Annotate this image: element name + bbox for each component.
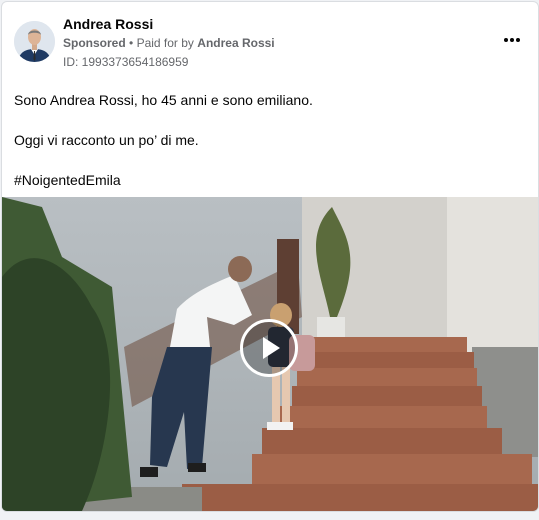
video-player[interactable] <box>2 197 538 511</box>
more-dot <box>510 38 514 42</box>
post-text-line: Oggi vi racconto un po’ di me. <box>14 132 199 148</box>
separator-dot: • <box>129 36 134 50</box>
more-dot <box>504 38 508 42</box>
author-name[interactable]: Andrea Rossi <box>63 16 153 32</box>
ad-id: ID: 1993373654186959 <box>63 55 189 69</box>
post-text-line: Sono Andrea Rossi, ho 45 anni e sono emi… <box>14 92 313 108</box>
sponsored-line: Sponsored • Paid for by Andrea Rossi <box>63 36 275 50</box>
more-dot <box>516 38 520 42</box>
more-options-icon[interactable] <box>500 30 524 50</box>
paid-for-name[interactable]: Andrea Rossi <box>197 36 274 50</box>
avatar-photo <box>14 21 55 62</box>
hashtag-link[interactable]: #NoigentedEmila <box>14 172 121 188</box>
play-button[interactable] <box>240 319 298 377</box>
play-icon <box>263 337 280 359</box>
author-avatar[interactable] <box>14 21 55 62</box>
ad-post-card: Andrea Rossi Sponsored • Paid for by And… <box>1 1 539 512</box>
sponsored-label: Sponsored <box>63 36 126 50</box>
paid-for-prefix: Paid for by <box>136 36 194 50</box>
